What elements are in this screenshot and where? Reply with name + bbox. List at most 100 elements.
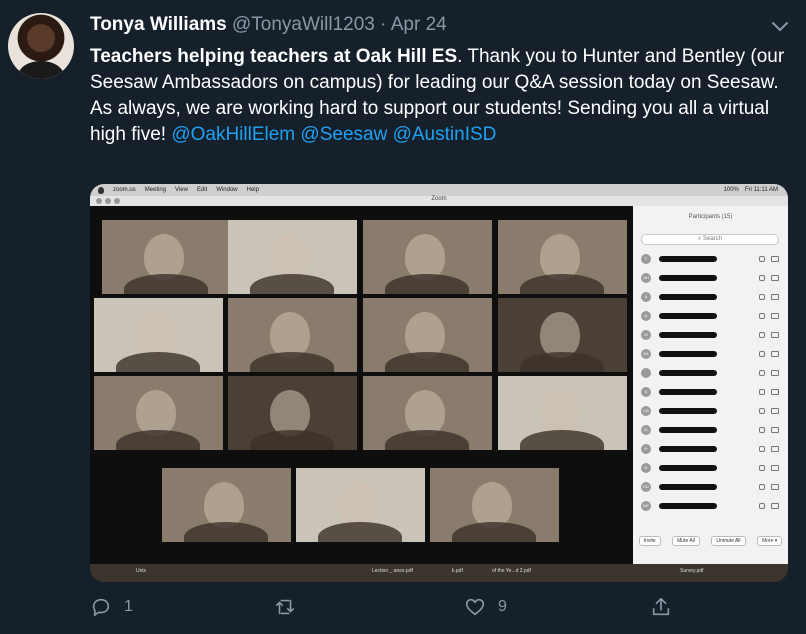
camera-icon <box>771 427 779 433</box>
participant-initials: AH <box>641 273 651 283</box>
participant-initials: KD <box>641 482 651 492</box>
zoom-titlebar: Zoom <box>90 196 788 206</box>
retweet-icon <box>275 599 295 615</box>
participant-row: CL <box>641 425 781 435</box>
invite-button: Invite <box>638 536 661 546</box>
reply-count: 1 <box>124 598 133 615</box>
share-button[interactable] <box>650 596 672 618</box>
video-tile <box>94 376 223 450</box>
participants-search-input[interactable]: ⌕ Search <box>641 234 779 245</box>
mic-icon <box>759 332 765 338</box>
menu-item: Help <box>246 187 259 193</box>
participant-initials: CB <box>641 406 651 416</box>
menu-item: View <box>175 187 188 193</box>
participant-initials: M <box>641 330 651 340</box>
participant-initials: CL <box>641 425 651 435</box>
mic-icon <box>759 294 765 300</box>
mention-austinisd[interactable]: @AustinISD <box>393 124 497 145</box>
tweet-media-image[interactable]: zoom.us Meeting View Edit Window Help 10… <box>90 184 788 582</box>
mic-icon <box>759 389 765 395</box>
menu-item: zoom.us <box>113 187 136 193</box>
menu-item: Meeting <box>144 187 167 193</box>
mic-icon <box>759 275 765 281</box>
video-tile <box>228 298 357 372</box>
redacted-name <box>659 446 717 452</box>
participants-footer: Invite Mute All Unmute All More ▾ <box>633 536 788 546</box>
desktop-file: of the Ye...d 2.pdf <box>492 568 531 574</box>
participant-row: MF <box>641 501 781 511</box>
camera-icon <box>771 446 779 452</box>
mic-icon <box>759 446 765 452</box>
camera-icon <box>771 256 779 262</box>
author-name[interactable]: Tonya Williams <box>90 14 227 35</box>
mute-all-button: Mute All <box>672 536 700 546</box>
menu-item: Window <box>216 187 238 193</box>
redacted-name <box>659 484 717 490</box>
participant-row: S <box>641 387 781 397</box>
participant-row: AH <box>641 273 781 283</box>
share-icon <box>652 597 670 616</box>
clock-readout: Fri 11:11 AM <box>744 187 778 193</box>
search-placeholder: Search <box>703 236 723 242</box>
tweet-date[interactable]: Apr 24 <box>391 14 447 35</box>
author-handle[interactable]: @TonyaWill1203 <box>232 14 375 35</box>
redacted-name <box>659 275 717 281</box>
mic-icon <box>759 408 765 414</box>
participant-row: KD <box>641 482 781 492</box>
zoom-window-title: Zoom <box>431 196 447 202</box>
mic-icon <box>759 465 765 471</box>
separator-dot: · <box>380 14 387 35</box>
mac-menubar: zoom.us Meeting View Edit Window Help 10… <box>90 184 788 196</box>
like-button[interactable]: 9 <box>464 596 507 618</box>
like-count: 9 <box>498 598 507 615</box>
zoom-dot-icon <box>114 198 120 204</box>
participant-initials: N <box>641 463 651 473</box>
participant-row: N <box>641 463 781 473</box>
mic-icon <box>759 313 765 319</box>
camera-icon <box>771 313 779 319</box>
heart-icon <box>465 598 485 616</box>
video-tile <box>363 220 492 294</box>
redacted-name <box>659 427 717 433</box>
reply-button[interactable]: 1 <box>90 596 133 618</box>
tweet-text: Teachers helping teachers at Oak Hill ES… <box>90 44 790 148</box>
mention-seesaw[interactable]: @Seesaw <box>300 124 387 145</box>
video-tile <box>363 376 492 450</box>
redacted-name <box>659 294 717 300</box>
camera-icon <box>771 332 779 338</box>
participant-initials: A <box>641 292 651 302</box>
participant-row: M <box>641 330 781 340</box>
retweet-button[interactable] <box>274 596 308 618</box>
redacted-name <box>659 313 717 319</box>
chevron-down-icon[interactable] <box>768 14 792 38</box>
battery-readout: 100% <box>723 187 739 193</box>
participant-initials <box>641 368 651 378</box>
video-gallery <box>90 206 633 564</box>
minimize-dot-icon <box>105 198 111 204</box>
camera-icon <box>771 351 779 357</box>
menu-item: Edit <box>196 187 208 193</box>
mic-icon <box>759 370 765 376</box>
mention-oakhillelem[interactable]: @OakHillElem <box>171 124 295 145</box>
tweet-actions: 1 9 <box>90 596 690 622</box>
reply-icon <box>92 598 110 617</box>
camera-icon <box>771 294 779 300</box>
tweet-header: Tonya Williams @TonyaWill1203 · Apr 24 <box>90 14 447 40</box>
participant-initials: T <box>641 254 651 264</box>
participant-initials: S <box>641 387 651 397</box>
camera-icon <box>771 408 779 414</box>
author-avatar[interactable] <box>8 13 74 79</box>
desktop-file: Lection _ anes.pdf <box>372 568 413 574</box>
video-tile <box>498 298 627 372</box>
participant-row: A <box>641 292 781 302</box>
participant-row: KA <box>641 349 781 359</box>
avatar-shirt <box>18 61 64 79</box>
unmute-all-button: Unmute All <box>711 536 746 546</box>
more-button: More ▾ <box>756 536 783 546</box>
video-tile <box>498 220 627 294</box>
camera-icon <box>771 465 779 471</box>
video-tile <box>162 468 291 542</box>
participant-row: H <box>641 444 781 454</box>
video-tile <box>430 468 559 542</box>
participant-row <box>641 368 781 378</box>
